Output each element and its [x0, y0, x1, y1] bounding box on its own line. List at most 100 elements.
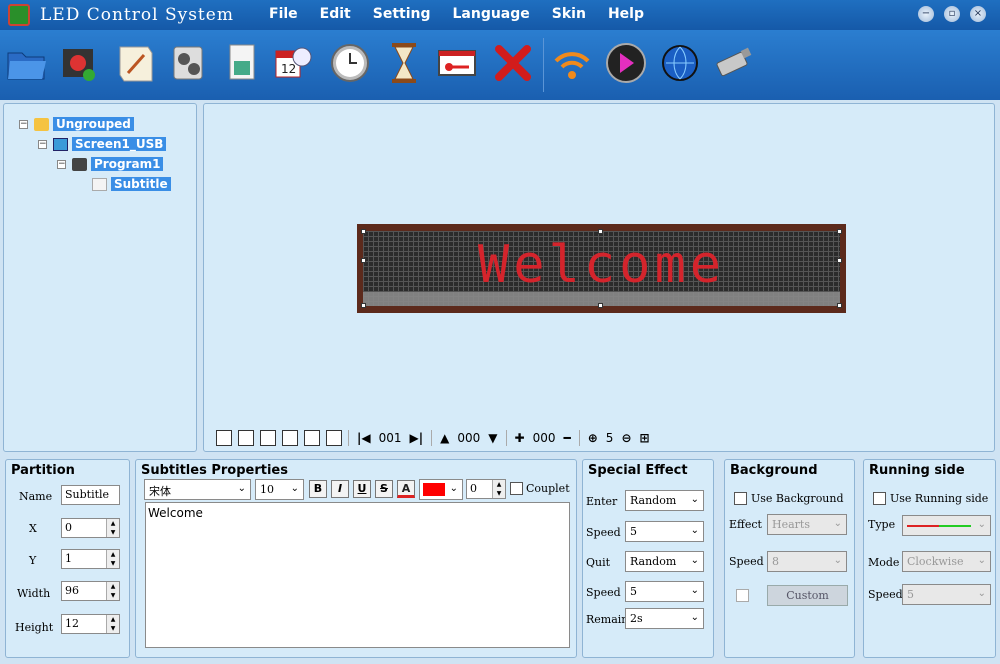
underline-button[interactable]: U	[353, 480, 371, 498]
subtitle-icon[interactable]	[114, 39, 158, 87]
subtitle-text-editor[interactable]: Welcome	[145, 502, 570, 648]
remain-select[interactable]: 2s ⌄	[625, 608, 704, 629]
background-speed-select[interactable]: 8 ⌄	[767, 551, 847, 572]
resize-handle[interactable]	[361, 229, 366, 234]
layer-up-icon[interactable]: ▲	[440, 431, 449, 445]
layout-center-icon[interactable]	[260, 430, 276, 446]
couplet-checkbox[interactable]	[510, 482, 523, 495]
page-number: 001	[378, 431, 402, 445]
running-type-select[interactable]: ⌄	[902, 515, 991, 536]
name-field[interactable]: Subtitle	[61, 485, 120, 505]
collapse-icon[interactable]: −	[19, 119, 28, 129]
effect-value: Hearts	[772, 518, 810, 531]
y-field[interactable]: 1 ▲ ▼	[61, 549, 120, 569]
title-bar: LED Control System File Edit Setting Lan…	[0, 0, 1000, 30]
running-mode-select[interactable]: Clockwise ⌄	[902, 551, 991, 572]
layout-corner-icon[interactable]	[326, 430, 342, 446]
font-select[interactable]: 宋体 ⌄	[144, 479, 251, 500]
use-background-checkbox[interactable]	[734, 492, 747, 505]
calendar-clock-icon[interactable]: 12	[270, 39, 314, 87]
background-effect-select[interactable]: Hearts ⌄	[767, 514, 847, 535]
layout-columns-icon[interactable]	[238, 430, 254, 446]
use-running-side-checkbox[interactable]	[873, 492, 886, 505]
running-speed-select[interactable]: 5 ⌄	[902, 584, 991, 605]
menu-setting[interactable]: Setting	[373, 6, 431, 22]
zoom-in-icon[interactable]: ⊕	[588, 431, 598, 445]
color-select[interactable]: ⌄	[419, 479, 463, 500]
tree-node-program[interactable]: − Program1	[57, 155, 164, 173]
video-icon[interactable]	[166, 39, 210, 87]
strikethrough-button[interactable]: S	[375, 480, 393, 498]
running-side-panel: Running side Use Running side Type ⌄ Mod…	[863, 459, 996, 658]
layout-box-icon[interactable]	[282, 430, 298, 446]
font-value: 宋体	[149, 485, 171, 498]
height-field[interactable]: 12 ▲ ▼	[61, 614, 120, 634]
italic-button[interactable]: I	[331, 480, 349, 498]
layout-full-icon[interactable]	[216, 430, 232, 446]
size-select[interactable]: 10 ⌄	[255, 479, 304, 500]
led-preview[interactable]: Welcome	[357, 224, 846, 313]
enter-select[interactable]: Random ⌄	[625, 490, 704, 511]
clock-icon[interactable]	[328, 39, 372, 87]
x-field[interactable]: 0 ▲ ▼	[61, 518, 120, 538]
add-icon[interactable]: ✚	[515, 431, 525, 445]
zoom-out-icon[interactable]: ⊖	[621, 431, 631, 445]
first-page-icon[interactable]: |◀	[357, 431, 371, 445]
width-stepper[interactable]: ▲ ▼	[106, 582, 119, 600]
menu-file[interactable]: File	[269, 6, 298, 22]
height-stepper[interactable]: ▲ ▼	[106, 615, 119, 633]
resize-handle[interactable]	[598, 229, 603, 234]
quit-label: Quit	[586, 556, 611, 569]
thermometer-icon[interactable]	[435, 39, 479, 87]
resize-handle[interactable]	[361, 303, 366, 308]
wifi-send-icon[interactable]	[550, 39, 594, 87]
resize-handle[interactable]	[837, 303, 842, 308]
bold-button[interactable]: B	[309, 480, 327, 498]
play-icon[interactable]	[604, 39, 648, 87]
quit-speed-select[interactable]: 5 ⌄	[625, 581, 704, 602]
text-color-button[interactable]: A	[397, 480, 415, 498]
chevron-down-icon: ⌄	[290, 483, 299, 494]
tree-node-subtitle[interactable]: Subtitle	[92, 175, 171, 193]
spacing-field[interactable]: 0 ▲ ▼	[466, 479, 506, 499]
resize-handle[interactable]	[837, 258, 842, 263]
running-type-preview	[907, 525, 971, 527]
menu-help[interactable]: Help	[608, 6, 644, 22]
layer-down-icon[interactable]: ▼	[488, 431, 497, 445]
close-icon[interactable]: ×	[970, 6, 986, 22]
width-field[interactable]: 96 ▲ ▼	[61, 581, 120, 601]
picture-icon[interactable]	[220, 39, 264, 87]
fit-icon[interactable]: ⊞	[640, 431, 650, 445]
internet-icon[interactable]	[658, 39, 702, 87]
open-folder-icon[interactable]	[4, 39, 48, 87]
menu-edit[interactable]: Edit	[320, 6, 351, 22]
restore-icon[interactable]: ▫	[944, 6, 960, 22]
tree-node-group[interactable]: − Ungrouped	[19, 115, 134, 133]
delete-icon[interactable]	[491, 39, 535, 87]
new-program-icon[interactable]	[57, 39, 101, 87]
custom-button[interactable]: Custom	[767, 585, 848, 606]
toolbar: 12	[0, 30, 1000, 100]
speed-value: 5	[630, 525, 637, 538]
menu-skin[interactable]: Skin	[552, 6, 586, 22]
collapse-icon[interactable]: −	[38, 139, 47, 149]
last-page-icon[interactable]: ▶|	[410, 431, 424, 445]
x-stepper[interactable]: ▲ ▼	[106, 519, 119, 537]
layout-top-icon[interactable]	[304, 430, 320, 446]
menu-language[interactable]: Language	[452, 6, 529, 22]
resize-handle[interactable]	[361, 258, 366, 263]
resize-handle[interactable]	[598, 303, 603, 308]
remove-icon[interactable]: ━	[564, 431, 571, 445]
timer-icon[interactable]	[382, 39, 426, 87]
enter-label: Enter	[586, 495, 618, 508]
enter-speed-select[interactable]: 5 ⌄	[625, 521, 704, 542]
custom-checkbox[interactable]	[736, 589, 749, 602]
y-stepper[interactable]: ▲ ▼	[106, 550, 119, 568]
usb-icon[interactable]	[712, 39, 756, 87]
resize-handle[interactable]	[837, 229, 842, 234]
quit-select[interactable]: Random ⌄	[625, 551, 704, 572]
spacing-stepper[interactable]: ▲ ▼	[492, 480, 505, 498]
collapse-icon[interactable]: −	[57, 159, 66, 169]
tree-node-screen[interactable]: − Screen1_USB	[38, 135, 167, 153]
minimize-icon[interactable]: −	[918, 6, 934, 22]
